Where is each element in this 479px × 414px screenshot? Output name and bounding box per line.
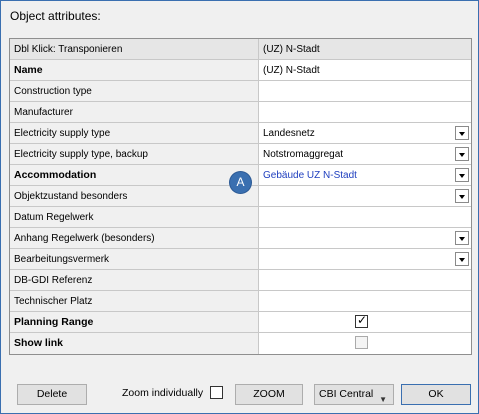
accommodation-select[interactable]: Gebäude UZ N-Stadt bbox=[259, 165, 471, 185]
checkmark-icon: ✓ bbox=[357, 313, 368, 327]
row-label: Planning Range bbox=[10, 312, 259, 332]
row-anhang-regelwerk[interactable]: Anhang Regelwerk (besonders) bbox=[10, 228, 471, 249]
planning-range-checkbox[interactable]: ✓ bbox=[355, 313, 368, 328]
row-manufacturer[interactable]: Manufacturer bbox=[10, 102, 471, 123]
zoom-individually-label: Zoom individually bbox=[122, 387, 204, 399]
row-label: Objektzustand besonders bbox=[10, 186, 259, 206]
row-technischer-platz[interactable]: Technischer Platz bbox=[10, 291, 471, 312]
row-label: Bearbeitungsvermerk bbox=[10, 249, 259, 269]
accommodation-link[interactable]: Gebäude UZ N-Stadt bbox=[263, 170, 357, 181]
show-link-checkbox[interactable] bbox=[355, 336, 368, 349]
technischer-platz-field[interactable] bbox=[259, 291, 471, 311]
dropdown-arrow-icon[interactable] bbox=[455, 147, 469, 161]
select-value: Landesnetz bbox=[263, 128, 315, 139]
name-field[interactable]: (UZ) N-Stadt bbox=[259, 60, 471, 80]
datum-regelwerk-field[interactable] bbox=[259, 207, 471, 227]
row-label: Accommodation bbox=[10, 165, 259, 185]
row-db-gdi-referenz[interactable]: DB-GDI Referenz bbox=[10, 270, 471, 291]
object-attributes-dialog: Object attributes: Dbl Klick: Transponie… bbox=[0, 0, 479, 414]
row-label: Anhang Regelwerk (besonders) bbox=[10, 228, 259, 248]
row-datum-regelwerk[interactable]: Datum Regelwerk bbox=[10, 207, 471, 228]
row-label: Technischer Platz bbox=[10, 291, 259, 311]
select-value: Notstromaggregat bbox=[263, 149, 344, 160]
row-label: DB-GDI Referenz bbox=[10, 270, 259, 290]
dropdown-arrow-icon[interactable] bbox=[455, 126, 469, 140]
row-construction-type[interactable]: Construction type bbox=[10, 81, 471, 102]
ok-button[interactable]: OK bbox=[401, 384, 471, 405]
dropdown-arrow-icon[interactable] bbox=[455, 252, 469, 266]
row-label: Name bbox=[10, 60, 259, 80]
row-name[interactable]: Name (UZ) N-Stadt bbox=[10, 60, 471, 81]
row-label: Electricity supply type, backup bbox=[10, 144, 259, 164]
row-electricity-supply-backup[interactable]: Electricity supply type, backup Notstrom… bbox=[10, 144, 471, 165]
dialog-title: Object attributes: bbox=[10, 9, 101, 23]
row-label: Manufacturer bbox=[10, 102, 259, 122]
show-link-cell bbox=[259, 333, 471, 354]
chevron-down-icon: ▼ bbox=[379, 395, 387, 404]
zoom-button[interactable]: ZOOM bbox=[235, 384, 303, 405]
cbi-select-value: CBI Central bbox=[319, 388, 374, 400]
cbi-select[interactable]: CBI Central ▼ bbox=[314, 384, 394, 405]
annotation-marker: A bbox=[230, 172, 251, 193]
electricity-supply-backup-select[interactable]: Notstromaggregat bbox=[259, 144, 471, 164]
planning-range-cell: ✓ bbox=[259, 312, 471, 332]
attributes-grid: Dbl Klick: Transponieren (UZ) N-Stadt Na… bbox=[9, 38, 472, 355]
anhang-regelwerk-select[interactable] bbox=[259, 228, 471, 248]
row-label: Electricity supply type bbox=[10, 123, 259, 143]
header-label: Dbl Klick: Transponieren bbox=[10, 39, 259, 59]
zoom-individually-checkbox[interactable] bbox=[210, 386, 223, 399]
db-gdi-referenz-field[interactable] bbox=[259, 270, 471, 290]
construction-type-field[interactable] bbox=[259, 81, 471, 101]
objektzustand-select[interactable] bbox=[259, 186, 471, 206]
dropdown-arrow-icon[interactable] bbox=[455, 189, 469, 203]
dropdown-arrow-icon[interactable] bbox=[455, 168, 469, 182]
grid-header-row[interactable]: Dbl Klick: Transponieren (UZ) N-Stadt bbox=[10, 39, 471, 60]
row-show-link[interactable]: Show link bbox=[10, 333, 471, 354]
row-bearbeitungsvermerk[interactable]: Bearbeitungsvermerk bbox=[10, 249, 471, 270]
dropdown-arrow-icon[interactable] bbox=[455, 231, 469, 245]
delete-button[interactable]: Delete bbox=[17, 384, 87, 405]
row-electricity-supply-type[interactable]: Electricity supply type Landesnetz bbox=[10, 123, 471, 144]
row-label: Construction type bbox=[10, 81, 259, 101]
row-label: Show link bbox=[10, 333, 259, 354]
row-label: Datum Regelwerk bbox=[10, 207, 259, 227]
bearbeitungsvermerk-select[interactable] bbox=[259, 249, 471, 269]
manufacturer-field[interactable] bbox=[259, 102, 471, 122]
header-value: (UZ) N-Stadt bbox=[259, 39, 471, 59]
row-planning-range[interactable]: Planning Range ✓ bbox=[10, 312, 471, 333]
electricity-supply-type-select[interactable]: Landesnetz bbox=[259, 123, 471, 143]
